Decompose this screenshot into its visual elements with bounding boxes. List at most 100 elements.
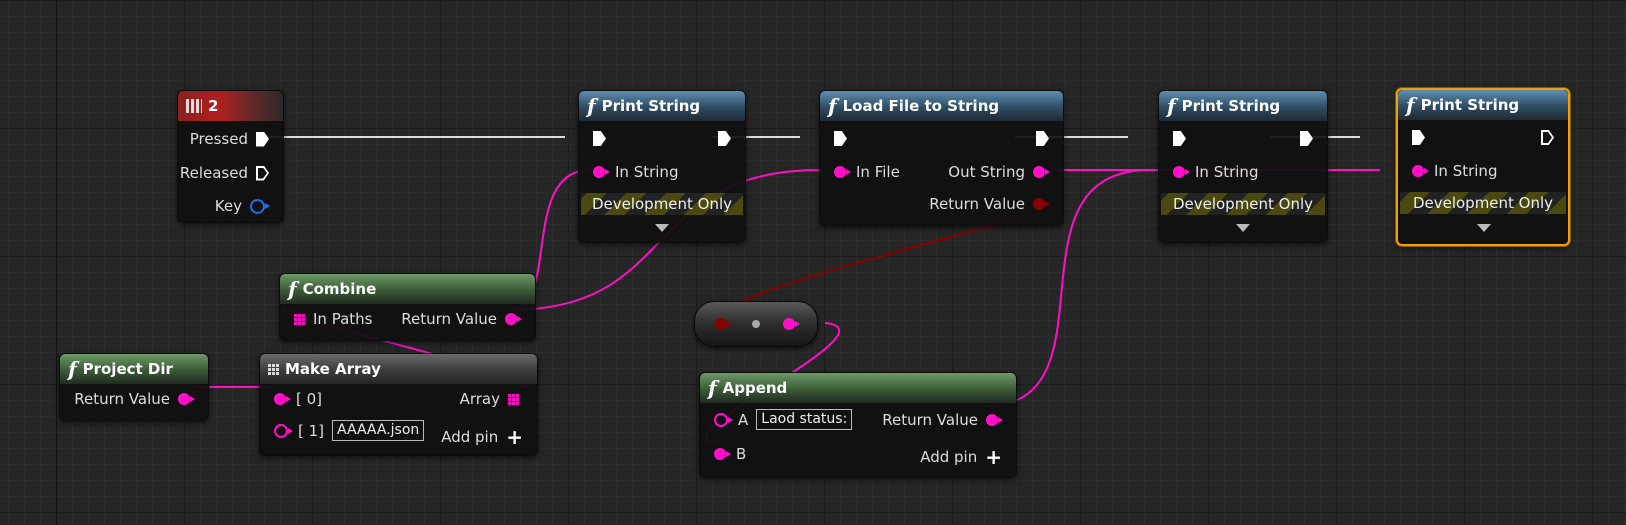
return-value-bool-pin-icon[interactable] [1033,198,1050,210]
in-file-pin-row[interactable]: In File [834,163,900,181]
return-value-label: Return Value [882,411,978,429]
blueprint-graph-canvas[interactable]: 2 Pressed Released Key f Print String In… [0,0,1626,525]
exec-in-pin-icon[interactable] [1412,130,1425,145]
add-pin-row[interactable]: Add pin + [441,427,523,447]
return-value-pin-icon[interactable] [505,313,522,325]
return-value-pin-icon[interactable] [986,414,1003,426]
make-array-node[interactable]: Make Array [ 0] Array [ 1] AAAAA.json Ad… [259,353,538,456]
a-value-field[interactable]: Laod status: [756,409,853,430]
print-string-node-3[interactable]: f Print String In String Development Onl… [1396,88,1570,246]
pin0-icon[interactable] [274,393,291,405]
add-pin-label: Add pin [441,428,499,446]
in-file-pin-icon[interactable] [834,166,851,178]
in-paths-label: In Paths [313,310,373,328]
exec-out-pin-icon[interactable] [1036,131,1049,146]
key-event-header[interactable]: 2 [178,91,283,121]
reroute-output-pin-icon[interactable] [783,318,800,330]
print-string-node-2[interactable]: f Print String In String Development Onl… [1158,90,1328,243]
function-icon: f [1167,94,1176,118]
released-pin-row[interactable]: Released [180,164,269,182]
pin1-icon[interactable] [274,423,293,438]
print-string-2-title: Print String [1181,97,1281,115]
out-string-pin-icon[interactable] [1033,166,1050,178]
project-dir-header[interactable]: f Project Dir [60,354,208,384]
append-node[interactable]: f Append A Laod status: Return Value B A… [699,372,1017,478]
function-icon: f [828,94,837,118]
add-pin-row[interactable]: Add pin + [920,447,1002,467]
return-value-label: Return Value [929,195,1025,213]
print-string-3-title: Print String [1420,96,1520,114]
load-file-to-string-node[interactable]: f Load File to String In File Out String… [819,90,1064,226]
in-file-label: In File [856,163,900,181]
make-array-title: Make Array [285,360,381,378]
out-string-label: Out String [948,163,1025,181]
b-pin-row[interactable]: B [714,445,746,463]
expand-chevron-icon[interactable] [655,224,669,232]
pin1-label: [ 1] [298,421,325,440]
expand-chevron-icon[interactable] [1236,224,1250,232]
print-string-1-title: Print String [601,97,701,115]
array-pin-icon[interactable] [294,313,305,325]
return-value-pin-icon[interactable] [178,393,195,405]
array-output-pin-icon[interactable] [508,393,519,405]
in-string-pin-icon[interactable] [1412,165,1429,177]
combine-node[interactable]: f Combine In Paths Return Value [279,273,536,341]
in-string-pin-icon[interactable] [1173,166,1190,178]
function-icon: f [708,376,717,400]
released-exec-pin-icon[interactable] [256,166,269,181]
function-icon: f [587,94,596,118]
reroute-node[interactable] [694,301,818,347]
a-pin-icon[interactable] [714,412,733,427]
exec-out-pin-icon[interactable] [1300,131,1313,146]
add-pin-label: Add pin [920,448,978,466]
combine-header[interactable]: f Combine [280,274,535,304]
print-string-3-header[interactable]: f Print String [1398,90,1568,120]
exec-out-pin-icon[interactable] [1541,130,1554,145]
function-icon: f [288,277,297,301]
make-array-header[interactable]: Make Array [260,354,537,384]
in-paths-pin-row[interactable]: In Paths [294,310,372,328]
array-output-row[interactable]: Array [460,390,519,408]
pin0-row[interactable]: [ 0] [274,390,322,408]
a-pin-row[interactable]: A Laod status: [714,409,853,430]
print-string-2-header[interactable]: f Print String [1159,91,1327,121]
in-string-pin-row[interactable]: In String [1173,163,1258,181]
return-value-pin-row[interactable]: Return Value [929,195,1050,213]
print-string-1-header[interactable]: f Print String [579,91,745,121]
print-string-node-1[interactable]: f Print String In String Development Onl… [578,90,746,243]
load-file-header[interactable]: f Load File to String [820,91,1063,121]
return-value-pin-row[interactable]: Return Value [401,310,522,328]
keyboard-icon [186,99,202,113]
development-only-banner: Development Only [581,193,743,215]
in-string-pin-row[interactable]: In String [593,163,678,181]
function-icon: f [1406,93,1415,117]
project-dir-node[interactable]: f Project Dir Return Value [59,353,209,421]
key-event-node[interactable]: 2 Pressed Released Key [177,90,284,223]
pressed-exec-pin-icon[interactable] [256,131,269,147]
in-string-pin-row[interactable]: In String [1412,162,1497,180]
b-pin-icon[interactable] [714,448,731,460]
development-only-banner: Development Only [1161,193,1325,215]
exec-in-pin-icon[interactable] [593,131,606,146]
return-value-pin-row[interactable]: Return Value [882,411,1003,429]
append-header[interactable]: f Append [700,373,1016,403]
out-string-pin-row[interactable]: Out String [948,163,1050,181]
return-value-pin-row[interactable]: Return Value [74,390,195,408]
return-value-label: Return Value [401,310,497,328]
exec-in-pin-icon[interactable] [1173,131,1186,146]
append-title: Append [722,379,788,397]
pressed-pin-row[interactable]: Pressed [190,130,269,148]
expand-chevron-icon[interactable] [1477,224,1491,232]
pin1-row[interactable]: [ 1] AAAAA.json [274,420,425,441]
exec-out-pin-icon[interactable] [718,131,731,146]
pin1-value-field[interactable]: AAAAA.json [332,420,425,441]
development-only-banner: Development Only [1400,192,1566,214]
in-string-pin-icon[interactable] [593,166,610,178]
key-struct-pin-icon[interactable] [250,198,270,214]
add-pin-plus-icon[interactable]: + [506,427,523,447]
a-label: A [738,410,749,429]
reroute-input-pin-icon[interactable] [715,318,732,330]
exec-in-pin-icon[interactable] [834,131,847,146]
add-pin-plus-icon[interactable]: + [985,447,1002,467]
key-pin-row[interactable]: Key [215,197,270,215]
